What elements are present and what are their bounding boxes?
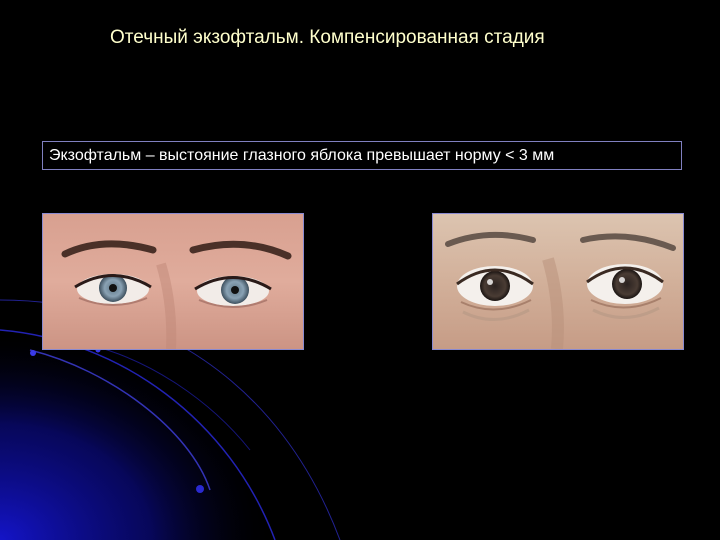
slide: Отечный экзофтальм. Компенсированная ста…: [0, 0, 720, 540]
definition-textbox: Экзофтальм – выстояние глазного яблока п…: [42, 141, 682, 170]
eyes-photo-normal: [42, 213, 304, 350]
slide-title: Отечный экзофтальм. Компенсированная ста…: [110, 27, 545, 48]
eyes-photo-exophthalmos: [432, 213, 684, 350]
